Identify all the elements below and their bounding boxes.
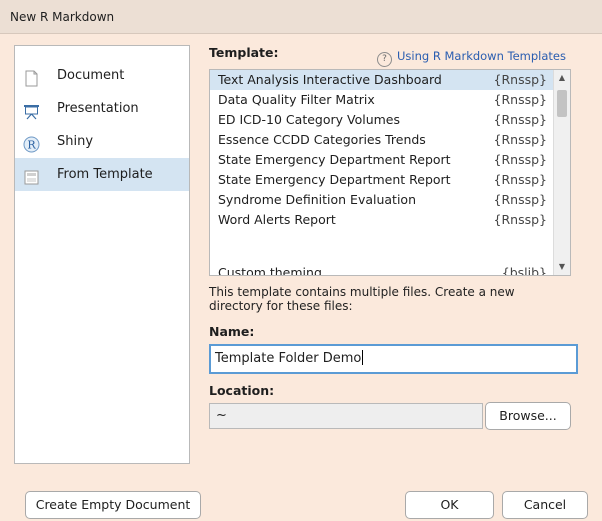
template-item[interactable]: Text Analysis Interactive Dashboard {Rns… (210, 70, 555, 90)
ok-button[interactable]: OK (405, 491, 494, 519)
type-from-template[interactable]: From Template (15, 158, 189, 191)
template-scrollbar[interactable]: ▲ ▼ (553, 70, 570, 275)
template-icon (23, 166, 40, 185)
location-input[interactable]: ~ (209, 403, 483, 429)
template-item[interactable]: Essence CCDD Categories Trends {Rnssp} (210, 130, 555, 150)
shiny-icon: R (23, 133, 40, 153)
template-name: Data Quality Filter Matrix (218, 92, 375, 107)
type-shiny[interactable]: R Shiny (15, 125, 189, 158)
scroll-thumb[interactable] (557, 90, 567, 117)
browse-button[interactable]: Browse... (485, 402, 571, 430)
template-package: {Rnssp} (493, 112, 547, 127)
template-name: Syndrome Definition Evaluation (218, 192, 416, 207)
template-list[interactable]: Text Analysis Interactive Dashboard {Rns… (209, 69, 571, 276)
document-icon (23, 67, 40, 87)
template-item[interactable]: Syndrome Definition Evaluation {Rnssp} (210, 190, 555, 210)
type-from-template-label: From Template (57, 167, 153, 182)
type-shiny-label: Shiny (57, 134, 94, 149)
create-empty-document-button[interactable]: Create Empty Document (25, 491, 201, 519)
template-name: Essence CCDD Categories Trends (218, 132, 426, 147)
template-name: State Emergency Department Report (218, 152, 451, 167)
text-caret (362, 350, 364, 365)
template-item[interactable]: Data Quality Filter Matrix {Rnssp} (210, 90, 555, 110)
document-type-list: Document Presentation R Shiny From Templ… (14, 45, 190, 464)
template-package: {bslib} (501, 265, 547, 276)
template-info-text: This template contains multiple files. C… (209, 285, 515, 313)
template-package: {Rnssp} (493, 172, 547, 187)
type-document[interactable]: Document (15, 59, 189, 92)
type-document-label: Document (57, 68, 125, 83)
window-title: New R Markdown (0, 0, 602, 34)
location-label: Location: (209, 383, 275, 398)
help-icon: ? (377, 52, 392, 67)
template-name: ED ICD-10 Category Volumes (218, 112, 401, 127)
template-name: State Emergency Department Report (218, 172, 451, 187)
help-link-text: Using R Markdown Templates (397, 49, 567, 63)
template-item[interactable]: Custom theming {bslib} (210, 263, 555, 276)
template-item[interactable]: Word Alerts Report {Rnssp} (210, 210, 555, 230)
template-name: Custom theming (218, 265, 322, 276)
template-package: {Rnssp} (493, 152, 547, 167)
template-package: {Rnssp} (493, 212, 547, 227)
cancel-button[interactable]: Cancel (502, 491, 588, 519)
template-package: {Rnssp} (493, 92, 547, 107)
template-package: {Rnssp} (493, 132, 547, 147)
name-input-value: Template Folder Demo (215, 351, 362, 366)
svg-text:R: R (27, 139, 36, 152)
type-presentation-label: Presentation (57, 101, 139, 116)
scroll-down-icon[interactable]: ▼ (554, 259, 570, 275)
template-label: Template: (209, 45, 279, 60)
template-package: {Rnssp} (493, 72, 547, 87)
template-name: Text Analysis Interactive Dashboard (218, 72, 442, 87)
new-rmarkdown-dialog: Document Presentation R Shiny From Templ… (0, 34, 602, 521)
type-presentation[interactable]: Presentation (15, 92, 189, 125)
template-package: {Rnssp} (493, 192, 547, 207)
scroll-up-icon[interactable]: ▲ (554, 70, 570, 86)
template-item[interactable]: State Emergency Department Report {Rnssp… (210, 150, 555, 170)
template-name: Word Alerts Report (218, 212, 336, 227)
help-link[interactable]: ? Using R Markdown Templates (377, 49, 566, 67)
name-input[interactable]: Template Folder Demo (209, 344, 578, 374)
name-label: Name: (209, 324, 255, 339)
template-item[interactable]: State Emergency Department Report {Rnssp… (210, 170, 555, 190)
template-item[interactable]: ED ICD-10 Category Volumes {Rnssp} (210, 110, 555, 130)
presentation-icon (23, 100, 40, 120)
